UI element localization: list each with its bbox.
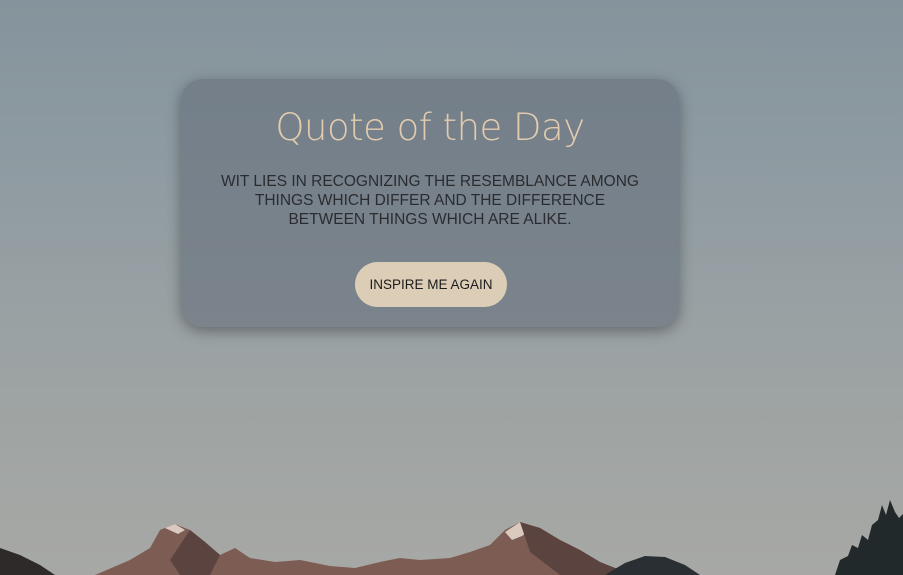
left-hill [0,548,55,575]
tree-line [835,500,903,575]
quote-text: WIT LIES IN RECOGNIZING THE RESEMBLANCE … [221,173,639,228]
middle-hill [605,556,700,575]
mountain-snow [165,522,552,544]
quote-card: Quote of the Day WIT LIES IN RECOGNIZING… [181,79,679,327]
quote-title: Quote of the Day [275,106,585,149]
inspire-me-again-button[interactable]: INSPIRE ME AGAIN [355,262,507,307]
